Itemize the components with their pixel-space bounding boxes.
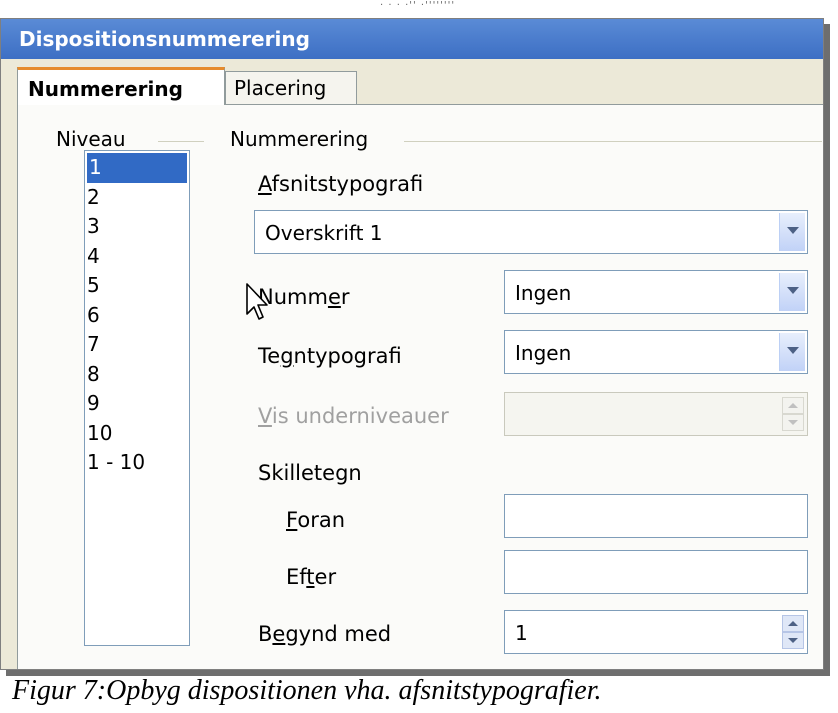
after-label: Efter [286,565,337,589]
start-at-spinbox[interactable]: 1 [504,610,808,654]
sublevels-label: Vis underniveauer [258,404,449,428]
paragraph-style-label: Afsnitstypografi [258,172,424,196]
list-item-2[interactable]: 2 [85,183,189,213]
spin-arrows-icon[interactable] [782,615,804,649]
numbering-group-line [404,141,822,142]
start-at-value: 1 [515,621,528,645]
list-item-6[interactable]: 6 [85,301,189,331]
cropped-text-fragment: · · · ·'' ·'''''''' [380,0,456,11]
chevron-down-icon[interactable] [779,213,805,251]
number-value: Ingen [515,281,572,305]
char-style-dropdown[interactable]: Ingen [504,330,808,374]
level-group-line [158,141,204,142]
separator-label: Skilletegn [258,461,362,485]
spin-down-button[interactable] [782,414,804,431]
list-item-10[interactable]: 10 [85,419,189,449]
list-item-9[interactable]: 9 [85,389,189,419]
chevron-down-icon[interactable] [779,273,805,311]
start-at-label: Begynd med [258,622,392,646]
number-dropdown[interactable]: Ingen [504,270,808,314]
paragraph-style-dropdown[interactable]: Overskrift 1 [254,210,808,254]
numbering-group-legend: Nummerering [230,127,369,151]
spin-arrows-icon[interactable] [782,397,804,431]
list-item-5[interactable]: 5 [85,271,189,301]
mouse-pointer-icon [246,283,268,320]
chevron-down-icon[interactable] [779,333,805,371]
window-title: Dispositionsnummerering [19,27,310,51]
list-item-7[interactable]: 7 [85,330,189,360]
list-item-1-10[interactable]: 1 - 10 [85,448,189,478]
list-item-8[interactable]: 8 [85,360,189,390]
level-group-legend: Niveau [56,127,126,151]
sublevels-spinbox[interactable] [504,392,808,436]
before-input[interactable] [504,494,808,538]
after-input[interactable] [504,550,808,594]
list-item-3[interactable]: 3 [85,212,189,242]
spin-down-button[interactable] [782,632,804,649]
figure-caption: Figur 7:Opbyg dispositionen vha. afsnits… [12,675,602,706]
tab-nummerering[interactable]: Nummerering [17,67,225,105]
spin-up-button[interactable] [782,615,804,632]
char-style-label: Tegntypografi [258,344,402,368]
level-listbox[interactable]: 1 2 3 4 5 6 7 8 9 10 1 - 10 [84,150,190,646]
list-item-4[interactable]: 4 [85,242,189,272]
before-label: Foran [286,508,346,532]
paragraph-style-value: Overskrift 1 [265,221,383,245]
list-item-1[interactable]: 1 [87,153,187,183]
char-style-value: Ingen [515,341,572,365]
spin-up-button[interactable] [782,397,804,414]
number-label: Nummer [258,285,350,309]
tab-placering[interactable]: Placering [225,71,357,105]
title-bar[interactable]: Dispositionsnummerering [1,19,823,59]
